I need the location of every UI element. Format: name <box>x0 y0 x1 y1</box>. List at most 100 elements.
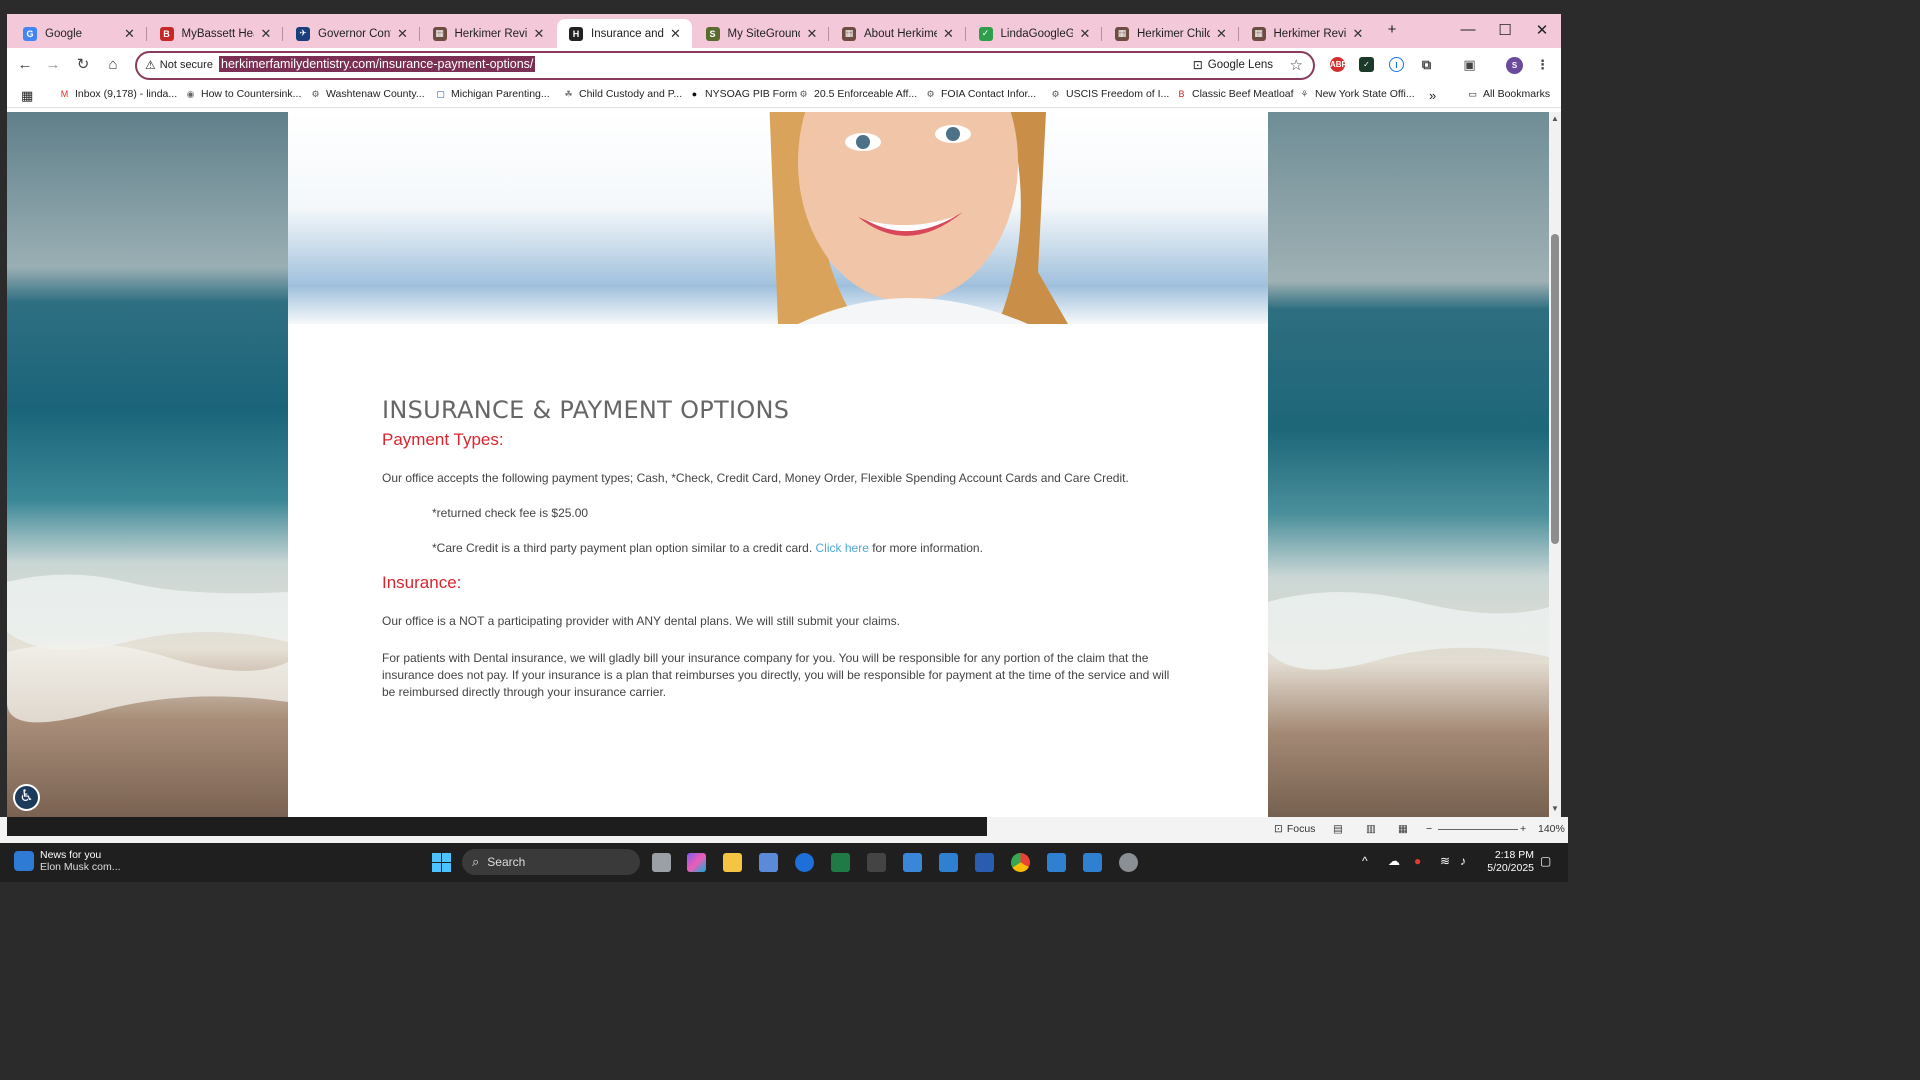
bookmark-item[interactable]: ☘ Child Custody and P... <box>563 88 682 100</box>
menu-kebab-icon[interactable]: ⋮ <box>1535 57 1550 72</box>
notepad-icon[interactable] <box>903 853 922 872</box>
insurance-text-2: For patients with Dental insurance, we w… <box>382 651 1170 699</box>
scrollbar-thumb[interactable] <box>1551 234 1559 544</box>
bookmark-item[interactable]: ▢ Michigan Parenting... <box>435 88 549 100</box>
tab-8[interactable]: ✓ LindaGoogleGuide✕ <box>967 19 1102 48</box>
tab-close-icon[interactable]: ✕ <box>531 26 547 42</box>
read-mode-icon[interactable]: ▤ <box>1333 823 1343 835</box>
tab-close-icon[interactable]: ✕ <box>1214 26 1230 42</box>
zoom-slider[interactable] <box>1438 829 1518 830</box>
tab-favicon-icon: B <box>159 26 174 41</box>
wifi-icon[interactable]: ≋ <box>1440 854 1450 868</box>
tab-1[interactable]: G Google ✕ <box>11 19 146 48</box>
bookmark-item[interactable]: ⚙ USCIS Freedom of I... <box>1050 88 1169 100</box>
excel-icon[interactable] <box>831 853 850 872</box>
back-icon[interactable]: ← <box>15 55 35 75</box>
profile-avatar[interactable]: S <box>1506 57 1523 74</box>
url-text[interactable]: herkimerfamilydentistry.com/insurance-pa… <box>219 56 536 72</box>
address-bar[interactable]: ⚠ Not secure herkimerfamilydentistry.com… <box>135 51 1315 80</box>
side-panel-icon[interactable]: ▣ <box>1462 57 1477 72</box>
windows-start-icon[interactable] <box>432 853 451 872</box>
tab-close-icon[interactable]: ✕ <box>395 26 411 42</box>
tab-close-icon[interactable]: ✕ <box>1350 26 1366 42</box>
minimize-button[interactable]: — <box>1453 21 1483 41</box>
tab-2[interactable]: B MyBassett Health✕ <box>148 19 283 48</box>
security-alert-icon[interactable]: ● <box>1414 854 1421 868</box>
apps-grid-icon[interactable]: ▦ <box>21 88 33 104</box>
bookmark-item[interactable]: ⚙ Washtenaw County... <box>310 88 424 100</box>
home-icon[interactable]: ⌂ <box>103 55 123 75</box>
tab-3[interactable]: ✈ Governor Contact ✕ <box>284 19 419 48</box>
reload-icon[interactable]: ↻ <box>73 55 93 75</box>
dell-icon[interactable] <box>795 853 814 872</box>
tab-5[interactable]: H Insurance and Pay ✕ <box>557 19 692 48</box>
bookmark-item[interactable]: B Classic Beef Meatloaf <box>1176 88 1293 100</box>
bookmark-label: FOIA Contact Infor... <box>941 88 1037 100</box>
bookmark-item[interactable]: ● NYSOAG PIB Form <box>689 88 797 100</box>
maximize-button[interactable]: ☐ <box>1490 21 1520 41</box>
bookmark-item[interactable]: ⚙ FOIA Contact Infor... <box>925 88 1036 100</box>
page-viewport[interactable]: INSURANCE & PAYMENT OPTIONS Payment Type… <box>7 112 1561 817</box>
word-icon[interactable] <box>975 853 994 872</box>
checkmark-extension-icon[interactable]: ✓ <box>1359 57 1374 72</box>
tab-close-icon[interactable]: ✕ <box>804 26 820 42</box>
vertical-scrollbar[interactable]: ▲ ▼ <box>1549 112 1561 817</box>
close-window-button[interactable]: ✕ <box>1527 21 1557 41</box>
zoom-level[interactable]: 140% <box>1538 823 1565 835</box>
settings-gear-icon[interactable] <box>1119 853 1138 872</box>
bookmark-item[interactable]: ⚙ 20.5 Enforceable Aff... <box>798 88 917 100</box>
notification-bell-icon[interactable]: ▢ <box>1540 854 1551 868</box>
forward-icon[interactable]: → <box>43 55 63 75</box>
bookmark-star-icon[interactable]: ☆ <box>1290 56 1303 74</box>
zoom-in-icon[interactable]: + <box>1520 823 1526 835</box>
tab-7[interactable]: ▦ About Herkimer Fa ✕ <box>830 19 965 48</box>
chrome-icon[interactable] <box>1011 853 1030 872</box>
bookmark-item[interactable]: M Inbox (9,178) - linda... <box>59 88 177 100</box>
bookmark-item[interactable]: ⚘ New York State Offi... <box>1299 88 1414 100</box>
tab-9[interactable]: ▦ Herkimer Child Pr ✕ <box>1103 19 1238 48</box>
taskbar-search[interactable]: ⌕ Search <box>462 849 640 875</box>
window-app-icon[interactable] <box>939 853 958 872</box>
volume-icon[interactable]: ♪ <box>1460 854 1466 868</box>
password-extension-icon[interactable]: I <box>1389 57 1404 72</box>
bookmark-favicon-icon: B <box>1178 89 1185 99</box>
tab-10[interactable]: ▦ Herkimer Revitaliz✕ <box>1240 19 1375 48</box>
accessibility-icon[interactable]: ♿ <box>13 784 40 811</box>
tab-favicon-icon: ✓ <box>978 26 993 41</box>
scroll-down-arrow-icon[interactable]: ▼ <box>1549 804 1561 813</box>
print-layout-icon[interactable]: ▥ <box>1366 823 1376 835</box>
extensions-puzzle-icon[interactable]: ⧉ <box>1419 57 1434 72</box>
window-app-2-icon[interactable] <box>1047 853 1066 872</box>
site-info-button[interactable]: ⚠ Not secure <box>145 58 213 72</box>
microsoft-store-icon[interactable] <box>759 853 778 872</box>
tray-chevron-up-icon[interactable]: ^ <box>1362 854 1368 868</box>
copilot-icon[interactable] <box>687 853 706 872</box>
adblock-extension-icon[interactable]: ABP <box>1330 57 1347 72</box>
more-bookmarks-chevron-icon[interactable]: » <box>1429 88 1436 103</box>
tab-4[interactable]: ▦ Herkimer Revitaliz✕ <box>421 19 556 48</box>
window-app-3-icon[interactable] <box>1083 853 1102 872</box>
scroll-up-arrow-icon[interactable]: ▲ <box>1549 114 1561 123</box>
web-layout-icon[interactable]: ▦ <box>1398 823 1408 835</box>
all-bookmarks-folder[interactable]: ▭ All Bookmarks <box>1467 88 1550 100</box>
file-explorer-icon[interactable] <box>723 853 742 872</box>
system-clock[interactable]: 2:18 PM 5/20/2025 <box>1487 849 1534 875</box>
google-lens-button[interactable]: ⊡ Google Lens <box>1193 58 1273 72</box>
tab-6[interactable]: S My SiteGround Ac✕ <box>694 19 829 48</box>
returned-check-note: *returned check fee is $25.00 <box>432 506 589 520</box>
tab-close-icon[interactable]: ✕ <box>941 26 957 42</box>
news-widget[interactable]: News for you Elon Musk com... <box>14 849 121 873</box>
zoom-out-icon[interactable]: − <box>1426 823 1432 835</box>
onedrive-icon[interactable]: ☁ <box>1388 854 1400 868</box>
care-credit-link[interactable]: Click here <box>816 541 869 555</box>
terminal-icon[interactable] <box>867 853 886 872</box>
tab-close-icon[interactable]: ✕ <box>1077 26 1093 42</box>
task-view-icon[interactable] <box>652 853 671 872</box>
tab-separator <box>964 27 966 41</box>
new-tab-button[interactable]: + <box>1377 21 1407 41</box>
focus-mode-button[interactable]: ⊡ Focus <box>1274 823 1315 835</box>
tab-close-icon[interactable]: ✕ <box>668 26 684 42</box>
bookmark-item[interactable]: ◉ How to Countersink... <box>185 88 302 100</box>
tab-close-icon[interactable]: ✕ <box>258 26 274 42</box>
tab-close-icon[interactable]: ✕ <box>122 26 138 42</box>
